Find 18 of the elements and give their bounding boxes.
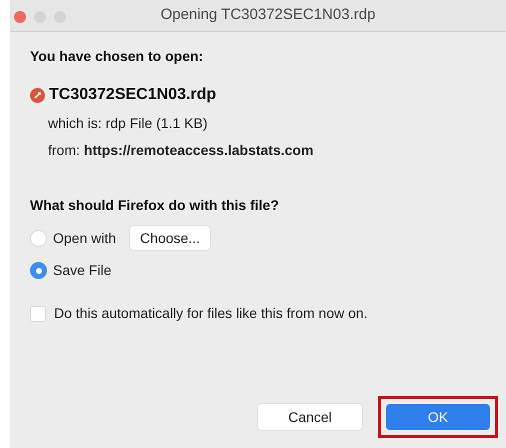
file-name: TC30372SEC1N03.rdp: [49, 85, 216, 105]
window-title: Opening TC30372SEC1N03.rdp: [160, 5, 376, 26]
option-label: Save File: [53, 261, 112, 280]
radio-button[interactable]: [30, 262, 47, 279]
from-label: from:: [48, 141, 80, 160]
checkbox-label: Do this automatically for files like this from now on.: [54, 304, 368, 323]
question: What should Firefox do with this file?: [30, 196, 280, 215]
file-type: which is: rdp File (1.1 KB): [48, 114, 208, 133]
file-icon: [30, 88, 45, 102]
source-url: https://remoteaccess.labstats.com: [84, 141, 314, 160]
heading: You have chosen to open:: [30, 47, 204, 66]
checkbox[interactable]: [30, 306, 46, 322]
close-button[interactable]: [14, 11, 26, 23]
ok-button[interactable]: OK: [386, 404, 490, 430]
option-label: Open with: [53, 228, 116, 248]
cancel-button[interactable]: Cancel: [258, 404, 362, 430]
choose-button[interactable]: Choose...: [130, 226, 210, 250]
radio-button[interactable]: [30, 230, 47, 246]
